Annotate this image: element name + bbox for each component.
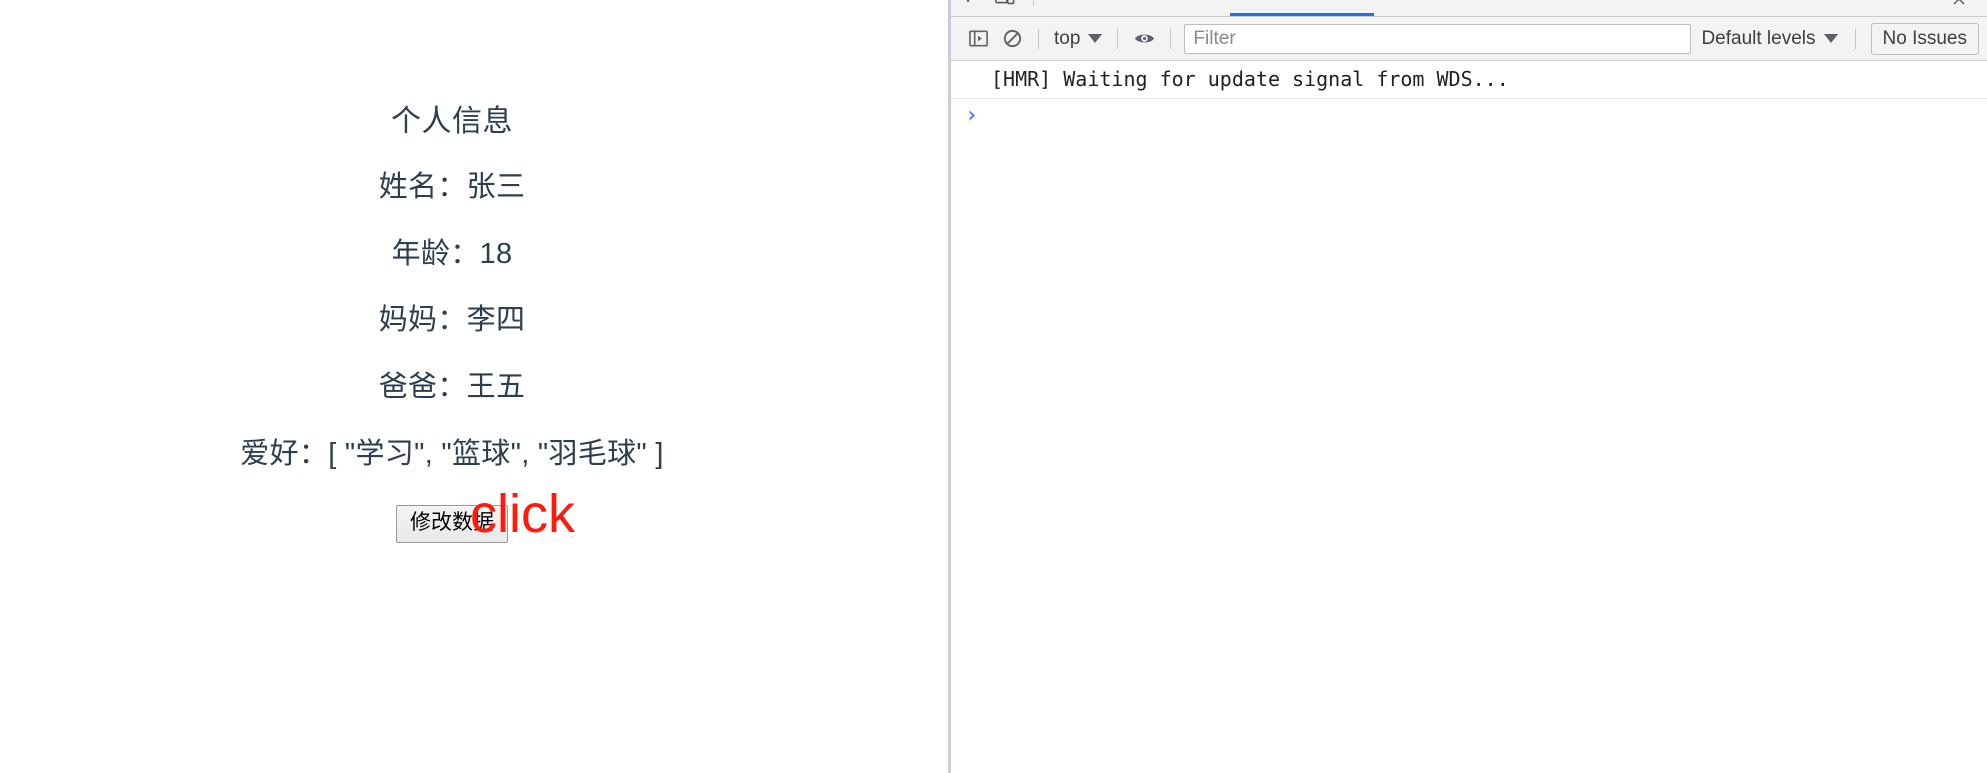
field-label-mother: 妈妈：: [378, 304, 467, 337]
field-value-hobbies: [ "学习", "篮球", "羽毛球" ]: [328, 437, 664, 470]
field-value-mother: 李四: [466, 304, 526, 337]
browser-window: 个人信息 姓名：张三 年龄：18 妈妈：李四 爸爸：王五 爱好：[ "学习", …: [0, 0, 1987, 773]
execution-context-label: top: [1054, 27, 1081, 49]
log-levels-selector[interactable]: Default levels: [1693, 25, 1845, 53]
field-label-age: 年龄：: [391, 237, 480, 270]
log-levels-label: Default levels: [1701, 27, 1816, 49]
field-label-hobbies: 爱好：: [240, 437, 329, 470]
toolbar-divider-2: [1117, 28, 1119, 49]
page-viewport: 个人信息 姓名：张三 年龄：18 妈妈：李四 爸爸：王五 爱好：[ "学习", …: [0, 0, 948, 773]
active-tab-indicator: [1230, 13, 1374, 16]
console-sidebar-toggle-icon[interactable]: [961, 24, 995, 54]
chevron-down-icon: [1088, 34, 1103, 43]
button-row: 修改数据: [0, 473, 904, 543]
console-output: [HMR] Waiting for update signal from WDS…: [951, 61, 1987, 772]
field-value-name: 张三: [466, 171, 526, 203]
execution-context-selector[interactable]: top: [1048, 25, 1108, 53]
toolbar-divider: [1033, 0, 1034, 6]
personal-info-card: 个人信息 姓名：张三 年龄：18 妈妈：李四 爸爸：王五 爱好：[ "学习", …: [0, 0, 904, 543]
console-filter-input[interactable]: [1184, 23, 1692, 54]
issues-button[interactable]: No Issues: [1870, 22, 1979, 55]
field-label-name: 姓名：: [378, 171, 467, 203]
devtools-main-toolbar: [951, 0, 1987, 17]
field-row-name: 姓名：张三: [0, 140, 904, 207]
console-prompt-input[interactable]: [978, 104, 1987, 130]
chevron-down-icon: [1823, 34, 1838, 43]
close-icon[interactable]: [1947, 0, 1971, 11]
devtools-panel: top Default levels No Issues: [951, 0, 1987, 773]
field-row-age: 年龄：18: [0, 207, 904, 274]
clear-console-icon[interactable]: [995, 24, 1029, 54]
toolbar-divider-1: [1038, 28, 1039, 49]
live-expression-eye-icon[interactable]: [1127, 24, 1161, 54]
field-row-father: 爸爸：王五: [0, 340, 904, 407]
console-message-row: [HMR] Waiting for update signal from WDS…: [951, 61, 1987, 99]
field-label-father: 爸爸：: [378, 371, 467, 404]
toolbar-divider-3: [1170, 28, 1172, 49]
console-toolbar: top Default levels No Issues: [951, 17, 1987, 61]
field-row-hobbies: 爱好：[ "学习", "篮球", "羽毛球" ]: [0, 407, 904, 474]
prompt-chevron-icon: ›: [965, 103, 979, 128]
console-prompt-row[interactable]: ›: [951, 99, 1987, 133]
field-value-father: 王五: [466, 371, 526, 404]
toolbar-divider-4: [1854, 28, 1856, 49]
console-message-text: [HMR] Waiting for update signal from WDS…: [991, 67, 1509, 91]
device-toolbar-icon[interactable]: [993, 0, 1017, 10]
page-title: 个人信息: [391, 105, 513, 138]
field-value-age: 18: [479, 237, 513, 270]
click-annotation: click: [470, 484, 575, 544]
inspect-element-icon[interactable]: [957, 0, 981, 10]
field-row-mother: 妈妈：李四: [0, 273, 904, 340]
